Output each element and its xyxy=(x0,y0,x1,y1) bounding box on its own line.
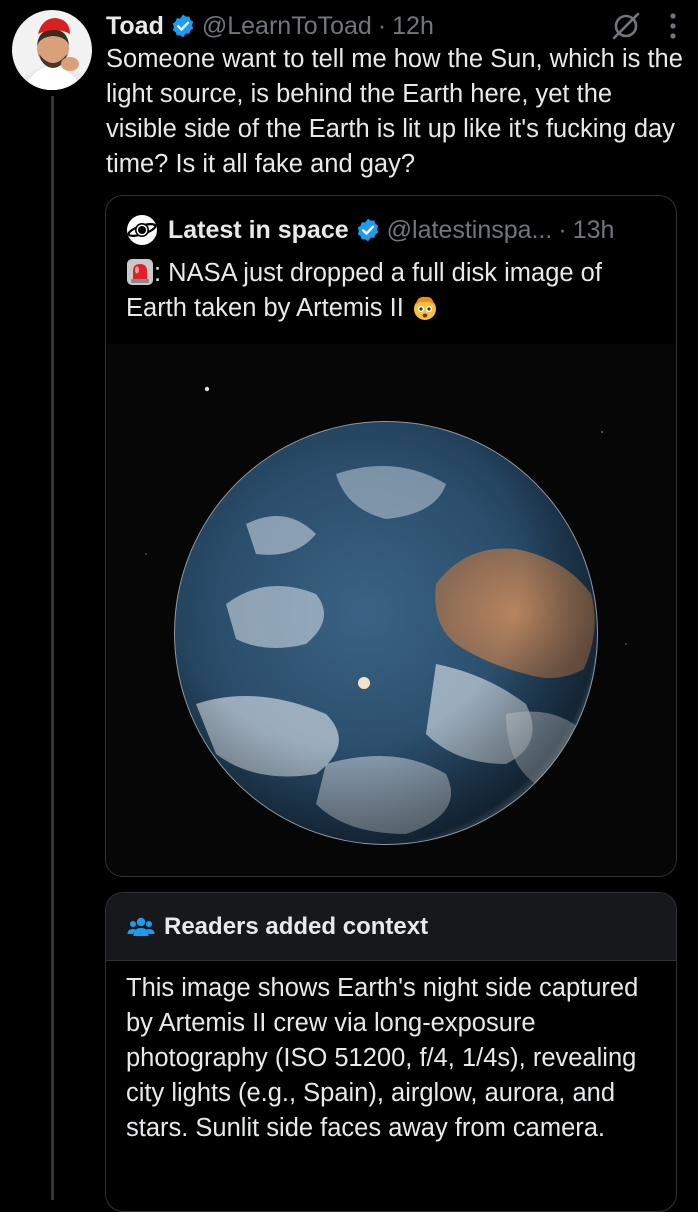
tweet-header: Toad @LearnToToad · 12h xyxy=(106,6,678,46)
quote-author-handle[interactable]: @latestinspa... xyxy=(387,216,553,245)
thread-line xyxy=(51,96,54,1200)
quote-text-body: : NASA just dropped a full disk image of… xyxy=(126,259,602,322)
quote-text: : NASA just dropped a full disk image of… xyxy=(126,256,666,326)
quoted-tweet[interactable]: Latest in space @latestinspa... · 13h : … xyxy=(105,195,677,877)
author-name[interactable]: Toad xyxy=(106,12,164,41)
timestamp[interactable]: 12h xyxy=(392,12,434,41)
quote-header: Latest in space @latestinspa... · 13h xyxy=(126,210,660,250)
siren-emoji xyxy=(127,259,153,285)
community-note: Readers added context This image shows E… xyxy=(105,892,677,1212)
people-icon xyxy=(127,917,155,936)
author-handle[interactable]: @LearnToToad xyxy=(202,12,372,41)
saturn-logo-icon[interactable] xyxy=(126,214,158,246)
grok-slash-icon[interactable] xyxy=(610,10,642,42)
quote-timestamp[interactable]: 13h xyxy=(573,216,615,245)
verified-badge-icon xyxy=(172,14,194,38)
avatar[interactable] xyxy=(12,10,92,90)
community-note-header: Readers added context xyxy=(106,893,676,961)
exploding-head-emoji xyxy=(413,296,436,320)
tweet-text: Someone want to tell me how the Sun, whi… xyxy=(106,45,683,178)
community-note-title: Readers added context xyxy=(164,912,429,940)
earth-photo[interactable] xyxy=(106,344,676,876)
separator-dot: · xyxy=(558,215,567,244)
separator-dot: · xyxy=(377,11,387,40)
quote-author-name[interactable]: Latest in space xyxy=(168,216,349,245)
more-vertical-icon[interactable] xyxy=(668,11,678,41)
verified-badge-icon xyxy=(357,218,378,242)
community-note-body: This image shows Earth's night side capt… xyxy=(126,974,639,1142)
